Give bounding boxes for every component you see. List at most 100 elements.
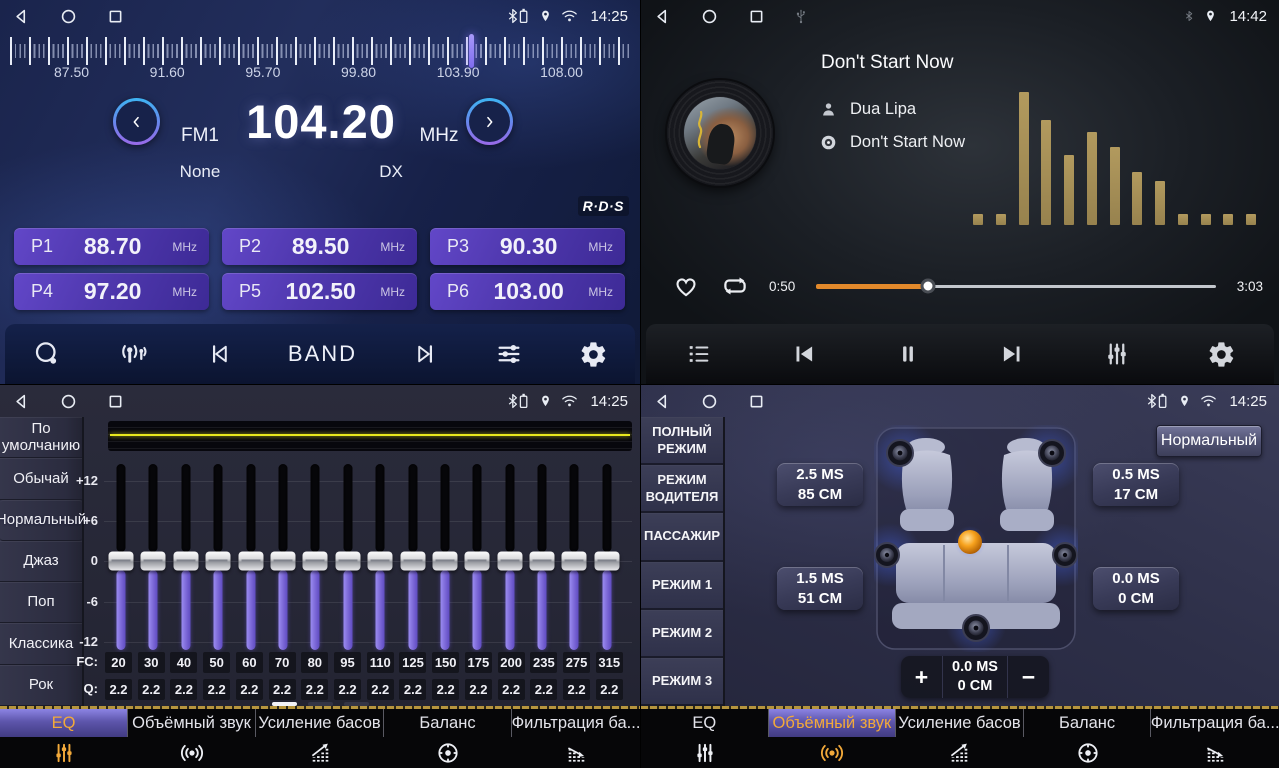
eq-band-slider[interactable]: [526, 463, 558, 651]
tab-eq[interactable]: EQ: [641, 709, 769, 768]
delay-front-right[interactable]: 0.5 MS 17 CM: [1093, 463, 1179, 506]
eq-band-slider[interactable]: [558, 463, 590, 651]
q-value[interactable]: 2.2: [498, 679, 525, 700]
slider-knob[interactable]: [400, 551, 425, 570]
eq-band-slider[interactable]: [429, 463, 461, 651]
audio-settings-icon[interactable]: [494, 339, 524, 369]
q-value[interactable]: 2.2: [367, 679, 394, 700]
eq-band-slider[interactable]: [137, 463, 169, 651]
q-value[interactable]: 2.2: [236, 679, 263, 700]
previous-track-icon[interactable]: [789, 339, 819, 369]
playlist-icon[interactable]: [684, 340, 714, 368]
sf-mode-item[interactable]: РЕЖИМ ВОДИТЕЛЯ: [641, 465, 723, 513]
pause-icon[interactable]: [894, 339, 922, 369]
fc-value[interactable]: 50: [203, 652, 230, 673]
fc-value[interactable]: 95: [334, 652, 361, 673]
fc-value[interactable]: 80: [301, 652, 328, 673]
home-icon[interactable]: [59, 7, 78, 26]
sf-mode-item[interactable]: РЕЖИМ 3: [641, 658, 723, 706]
tab-balance[interactable]: Баланс: [1024, 709, 1152, 768]
radio-preset-button[interactable]: P6 103.00 MHz: [430, 273, 625, 310]
slider-knob[interactable]: [303, 551, 328, 570]
seek-bar[interactable]: [816, 285, 1216, 288]
band-button[interactable]: BAND: [288, 341, 357, 367]
sf-mode-item[interactable]: РЕЖИМ 2: [641, 610, 723, 658]
home-icon[interactable]: [700, 392, 719, 411]
slider-knob[interactable]: [432, 551, 457, 570]
tab-filter[interactable]: Фильтрация ба...: [1151, 709, 1279, 768]
fc-value[interactable]: 125: [399, 652, 426, 673]
eq-band-slider[interactable]: [267, 463, 299, 651]
back-icon[interactable]: [12, 392, 31, 411]
q-value[interactable]: 2.2: [301, 679, 328, 700]
sf-mode-item[interactable]: ПАССАЖИР: [641, 513, 723, 561]
sf-profile-button[interactable]: Нормальный: [1156, 425, 1262, 457]
back-icon[interactable]: [653, 7, 672, 26]
favorite-heart-icon[interactable]: [671, 272, 701, 300]
fc-value[interactable]: 315: [596, 652, 623, 673]
recents-icon[interactable]: [747, 7, 766, 26]
eq-band-slider[interactable]: [591, 463, 623, 651]
audio-settings-icon[interactable]: [1102, 339, 1132, 369]
fc-value[interactable]: 40: [170, 652, 197, 673]
fc-value[interactable]: 200: [498, 652, 525, 673]
fc-value[interactable]: 20: [105, 652, 132, 673]
slider-knob[interactable]: [594, 551, 619, 570]
eq-band-slider[interactable]: [202, 463, 234, 651]
recents-icon[interactable]: [106, 392, 125, 411]
radio-preset-button[interactable]: P5 102.50 MHz: [222, 273, 417, 310]
fc-value[interactable]: 110: [367, 652, 394, 673]
q-value[interactable]: 2.2: [465, 679, 492, 700]
slider-knob[interactable]: [270, 551, 295, 570]
tab-surround[interactable]: Объёмный звук: [769, 709, 897, 768]
q-value[interactable]: 2.2: [170, 679, 197, 700]
prev-station-icon[interactable]: [205, 340, 233, 368]
scan-icon[interactable]: [32, 339, 62, 369]
eq-band-slider[interactable]: [105, 463, 137, 651]
q-value[interactable]: 2.2: [530, 679, 557, 700]
tab-balance[interactable]: Баланс: [384, 709, 512, 768]
q-value[interactable]: 2.2: [105, 679, 132, 700]
eq-band-slider[interactable]: [170, 463, 202, 651]
slider-knob[interactable]: [141, 551, 166, 570]
next-track-icon[interactable]: [997, 339, 1027, 369]
eq-band-slider[interactable]: [461, 463, 493, 651]
slider-knob[interactable]: [530, 551, 555, 570]
fc-value[interactable]: 275: [563, 652, 590, 673]
next-station-icon[interactable]: [412, 340, 440, 368]
delay-rear-right[interactable]: 0.0 MS 0 CM: [1093, 567, 1179, 610]
tab-eq[interactable]: EQ: [0, 709, 128, 768]
progress-thumb[interactable]: [921, 279, 936, 294]
fc-value[interactable]: 60: [236, 652, 263, 673]
slider-knob[interactable]: [335, 551, 360, 570]
tuner-scale[interactable]: [10, 37, 630, 65]
eq-band-slider[interactable]: [332, 463, 364, 651]
radio-preset-button[interactable]: P4 97.20 MHz: [14, 273, 209, 310]
delay-minus-button[interactable]: −: [1008, 656, 1049, 698]
slider-knob[interactable]: [368, 551, 393, 570]
home-icon[interactable]: [59, 392, 78, 411]
tab-filter[interactable]: Фильтрация ба...: [512, 709, 640, 768]
radio-preset-button[interactable]: P3 90.30 MHz: [430, 228, 625, 265]
tab-bass-boost[interactable]: Усиление басов: [896, 709, 1024, 768]
eq-band-slider[interactable]: [397, 463, 429, 651]
tune-down-button[interactable]: [113, 98, 160, 145]
repeat-icon[interactable]: [718, 271, 752, 301]
q-value[interactable]: 2.2: [563, 679, 590, 700]
home-icon[interactable]: [700, 7, 719, 26]
q-value[interactable]: 2.2: [596, 679, 623, 700]
radio-preset-button[interactable]: P1 88.70 MHz: [14, 228, 209, 265]
eq-band-slider[interactable]: [299, 463, 331, 651]
delay-front-left[interactable]: 2.5 MS 85 CM: [777, 463, 863, 506]
q-value[interactable]: 2.2: [138, 679, 165, 700]
eq-preset-item[interactable]: По умолчанию: [0, 417, 82, 458]
fc-value[interactable]: 150: [432, 652, 459, 673]
eq-band-slider[interactable]: [494, 463, 526, 651]
tab-surround[interactable]: Объёмный звук: [128, 709, 256, 768]
delay-rear-left[interactable]: 1.5 MS 51 CM: [777, 567, 863, 610]
fc-value[interactable]: 175: [465, 652, 492, 673]
q-value[interactable]: 2.2: [203, 679, 230, 700]
q-value[interactable]: 2.2: [334, 679, 361, 700]
slider-knob[interactable]: [497, 551, 522, 570]
sf-mode-item[interactable]: ПОЛНЫЙ РЕЖИМ: [641, 417, 723, 465]
